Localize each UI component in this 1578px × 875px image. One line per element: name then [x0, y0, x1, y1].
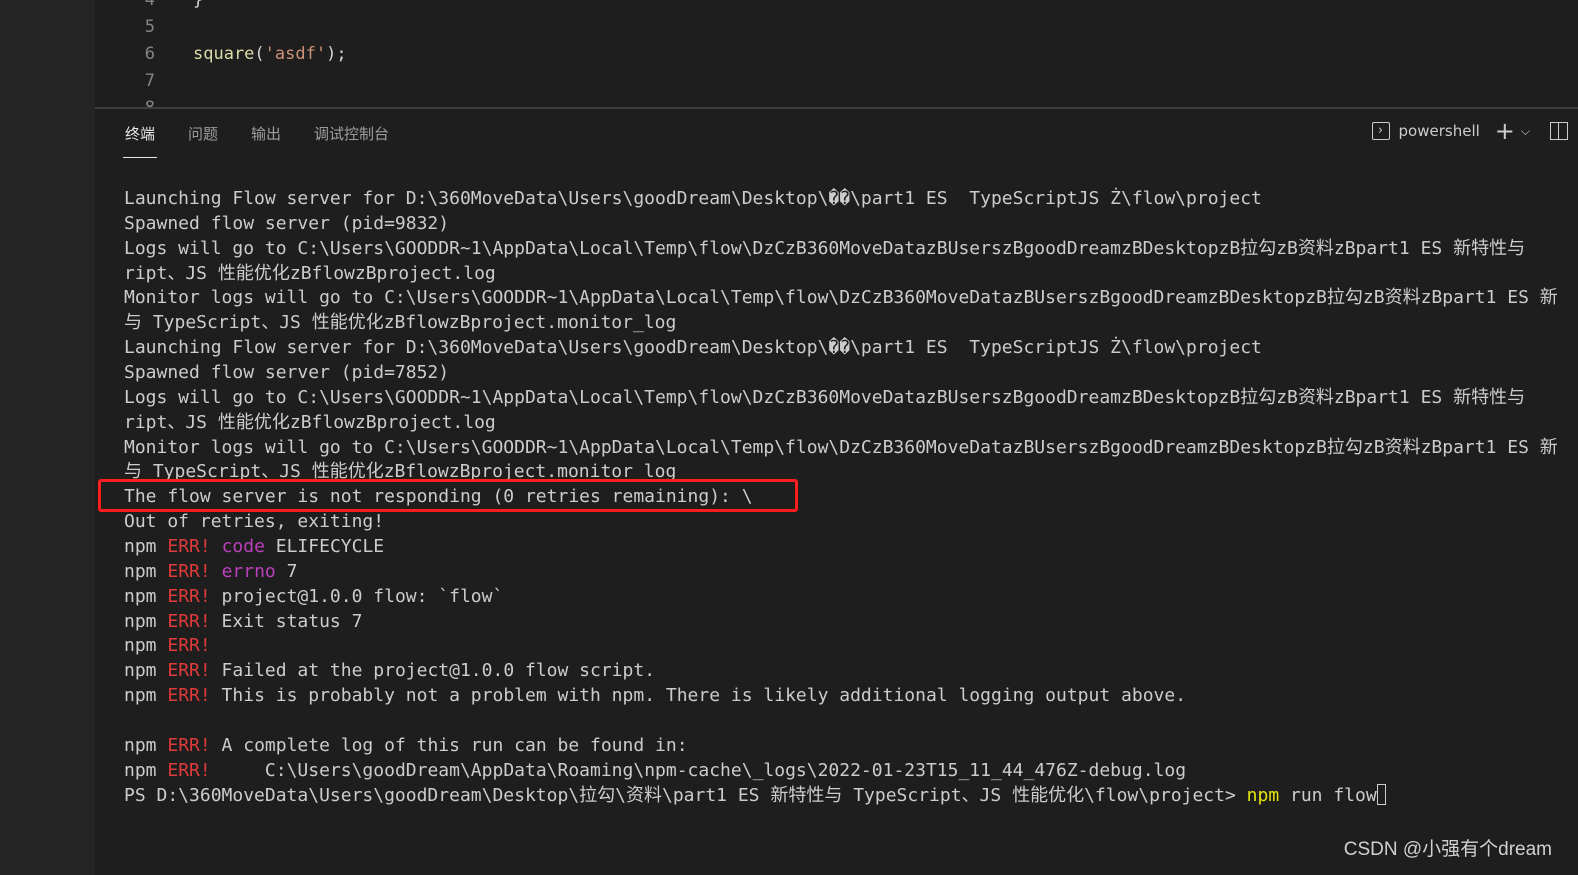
terminal-line: PS D:\360MoveData\Users\goodDream\Deskto… [124, 783, 1558, 809]
terminal-text: ript、JS 性能优化zBflowzBproject.log [124, 411, 496, 433]
terminal-line: npm ERR! errno 7 [124, 560, 1558, 585]
terminal-magenta-text: code [221, 536, 265, 558]
terminal-text: Logs will go to C:\Users\GOODDR~1\AppDat… [124, 386, 1526, 408]
line-number: 4 [144, 0, 155, 10]
activity-bar [0, 0, 95, 875]
terminal-text: Monitor logs will go to C:\Users\GOODDR~… [124, 287, 1558, 309]
terminal-text: npm [124, 734, 168, 756]
terminal-text: A complete log of this run can be found … [210, 734, 688, 756]
terminal-cursor [1376, 783, 1386, 805]
terminal-text: Launching Flow server for D:\360MoveData… [124, 337, 1262, 359]
terminal-err-text: ERR! [167, 536, 211, 558]
terminal-text: C:\Users\goodDream\AppData\Roaming\npm-c… [210, 759, 1187, 781]
terminal-magenta-text: errno [221, 560, 276, 582]
terminal-line: npm ERR! code ELIFECYCLE [124, 535, 1558, 560]
code-editor[interactable]: 4} 5 6 square('asdf'); 7 8 [95, 0, 1578, 107]
terminal-line: npm ERR! A complete log of this run can … [124, 734, 1558, 759]
terminal-yellow-text: npm [1246, 784, 1280, 806]
terminal-line: Logs will go to C:\Users\GOODDR~1\AppDat… [124, 237, 1558, 262]
terminal-line: Launching Flow server for D:\360MoveData… [124, 336, 1558, 361]
tab-output[interactable]: 输出 [251, 123, 281, 157]
terminal-line: npm ERR! project@1.0.0 flow: `flow` [124, 585, 1558, 610]
terminal-text: npm [124, 610, 168, 632]
code-token: square [193, 44, 255, 64]
terminal-err-text: ERR! [167, 759, 211, 781]
terminal-text: Launching Flow server for D:\360MoveData… [124, 188, 1262, 209]
panel-tabs: 终端 问题 输出 调试控制台 [122, 123, 422, 158]
line-number: 5 [144, 17, 155, 37]
panel-actions: › powershell + ⌵ [1371, 119, 1568, 143]
terminal-line: Out of retries, exiting! [124, 510, 1558, 535]
terminal-err-text: ERR! [167, 734, 211, 756]
terminal-text: 7 [275, 560, 298, 582]
terminal-text: PS D:\360MoveData\Users\goodDream\Deskto… [124, 784, 1247, 806]
code-text: } [193, 0, 203, 14]
terminal-line: npm ERR! [124, 634, 1558, 659]
terminal-err-text: ERR! [167, 585, 211, 607]
terminal-line: ript、JS 性能优化zBflowzBproject.log [124, 411, 1558, 436]
terminal-shell-label[interactable]: powershell [1399, 122, 1480, 140]
terminal-line: ript、JS 性能优化zBflowzBproject.log [124, 262, 1558, 287]
terminal-text: Monitor logs will go to C:\Users\GOODDR~… [124, 436, 1558, 458]
code-token: ); [326, 44, 347, 64]
terminal-text: npm [124, 635, 168, 657]
terminal-line: 与 TypeScript、JS 性能优化zBflowzBproject.moni… [124, 311, 1558, 336]
terminal-line: npm ERR! Failed at the project@1.0.0 flo… [124, 659, 1558, 684]
line-number: 6 [144, 44, 155, 64]
terminal-line: Spawned flow server (pid=7852) [124, 361, 1558, 386]
terminal-text: Logs will go to C:\Users\GOODDR~1\AppDat… [124, 237, 1526, 259]
tab-debug-console[interactable]: 调试控制台 [314, 123, 389, 157]
terminal-err-text: ERR! [167, 635, 211, 657]
terminal-text: Spawned flow server (pid=7852) [124, 362, 450, 384]
code-token: ( [254, 44, 265, 64]
terminal-err-text: ERR! [167, 560, 211, 582]
split-icon[interactable] [1550, 122, 1568, 140]
terminal-line: npm ERR! This is probably not a problem … [124, 684, 1558, 709]
code-text: square('asdf'); [193, 41, 347, 68]
terminal-text: Failed at the project@1.0.0 flow script. [210, 660, 656, 682]
watermark: CSDN @小强有个dream [1343, 839, 1552, 860]
chevron-down-icon[interactable]: ⌵ [1521, 124, 1530, 139]
terminal-text: 与 TypeScript、JS 性能优化zBflowzBproject.moni… [124, 312, 677, 334]
line-number: 8 [125, 95, 155, 107]
terminal-icon[interactable]: › [1371, 122, 1390, 140]
highlight-annotation-box [98, 479, 798, 512]
terminal-text: run flow [1279, 784, 1377, 806]
terminal-err-text: ERR! [167, 685, 211, 707]
terminal-text: npm [124, 759, 168, 781]
terminal-text: Exit status 7 [210, 610, 363, 632]
terminal-err-text: ERR! [167, 660, 211, 682]
line-number: 7 [144, 71, 155, 91]
tab-problems[interactable]: 问题 [188, 123, 218, 157]
terminal-line: Logs will go to C:\Users\GOODDR~1\AppDat… [124, 386, 1558, 411]
terminal-text: ELIFECYCLE [264, 536, 385, 558]
plus-icon[interactable]: + [1495, 119, 1515, 143]
terminal-text: project@1.0.0 flow: `flow` [210, 585, 504, 607]
terminal-line: Launching Flow server for D:\360MoveData… [124, 187, 1558, 212]
tab-terminal[interactable]: 终端 [122, 123, 158, 158]
terminal-line: Monitor logs will go to C:\Users\GOODDR~… [124, 286, 1558, 311]
terminal-text: npm [124, 685, 168, 707]
terminal-err-text: ERR! [167, 610, 211, 632]
terminal-text: Spawned flow server (pid=9832) [124, 212, 450, 234]
terminal-text: npm [124, 560, 168, 582]
terminal-text: npm [124, 536, 168, 558]
terminal-text: This is probably not a problem with npm.… [210, 685, 1187, 707]
code-token: } [193, 0, 204, 10]
terminal-line: Monitor logs will go to C:\Users\GOODDR~… [124, 436, 1558, 461]
code-token: 'asdf' [264, 44, 327, 64]
terminal-text: Out of retries, exiting! [124, 511, 385, 533]
terminal-line: npm ERR! C:\Users\goodDream\AppData\Roam… [124, 759, 1558, 784]
terminal-text: npm [124, 660, 168, 682]
terminal-text: ript、JS 性能优化zBflowzBproject.log [124, 262, 496, 284]
terminal-line: Spawned flow server (pid=9832) [124, 212, 1558, 237]
terminal-text: npm [124, 585, 168, 607]
terminal-line: npm ERR! Exit status 7 [124, 610, 1558, 635]
